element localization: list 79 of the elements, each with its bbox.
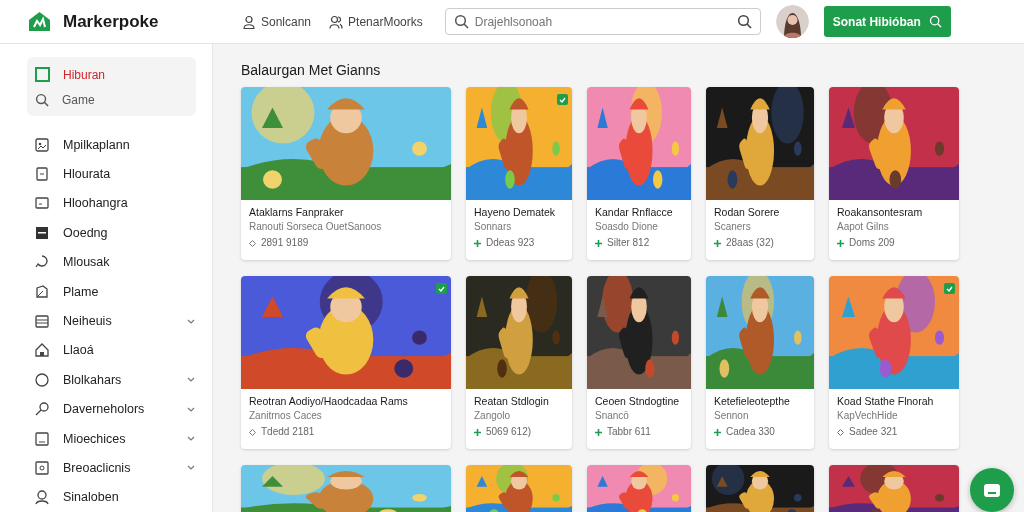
- picture-icon: [34, 136, 50, 153]
- search-icon[interactable]: [736, 14, 752, 29]
- game-subtitle: Aapot Gilns: [837, 220, 890, 234]
- game-stats: Doms 209: [849, 236, 895, 250]
- section-title: Balaurgan Met Gianns: [241, 62, 382, 78]
- game-card[interactable]: Koad Stathe Flnorah KapVechHide Sadee 321: [829, 276, 959, 449]
- game-title: Hayeno Dematek: [474, 205, 557, 219]
- game-card[interactable]: Ataklarns Fanpraker Ranouti Sorseca OuetSanoos 2891 9189: [241, 87, 451, 260]
- game-subtitle: Scaners: [714, 220, 752, 234]
- game-title: Reotran Aodiyo/Haodcadaa Rams: [249, 394, 409, 408]
- list-icon: [34, 313, 50, 330]
- game-title: Koad Stathe Flnorah: [837, 394, 935, 408]
- game-title: Reatan Stdlogin: [474, 394, 550, 408]
- game-subtitle: Snancö: [595, 409, 630, 423]
- sidebar-item[interactable]: Ooedng: [0, 218, 212, 248]
- game-title: Ceoen Stndogtine: [595, 394, 681, 408]
- nav-link[interactable]: Sonlcann: [242, 14, 312, 29]
- game-title: Ketefieleotepthe: [714, 394, 791, 408]
- game-card[interactable]: Reotran Aodiyo/Haodcadaa Rams Zanitrnos Caces Tdedd 2181: [241, 276, 451, 449]
- game-stats: 5069 612): [486, 425, 532, 439]
- sidebar-item[interactable]: Mlousak: [0, 247, 212, 277]
- game-card[interactable]: Ceoen Stndogtine Snancö Tabbr 611: [587, 276, 691, 449]
- sidebar-item[interactable]: Plame: [0, 276, 212, 307]
- category-item[interactable]: Game: [27, 87, 196, 112]
- game-subtitle: Ranouti Sorseca OuetSanoos: [249, 220, 383, 234]
- game-subtitle: KapVechHide: [837, 409, 899, 423]
- square-icon: [35, 67, 50, 82]
- game-card[interactable]: Hayeno Dematek Sonnars Ddeas 923: [466, 87, 572, 260]
- game-card[interactable]: Roakansontesram Aapot Gilns Doms 209: [829, 87, 959, 260]
- game-stats: Tdedd 2181: [261, 425, 315, 439]
- game-stats: Silter 812: [607, 236, 650, 250]
- user-icon: [242, 14, 256, 29]
- category-item[interactable]: Hiburan: [27, 62, 196, 87]
- game-subtitle: Zanitrnos Caces: [249, 409, 323, 423]
- game-title: Kandar Rnflacce: [595, 205, 674, 219]
- avatar[interactable]: [775, 5, 809, 38]
- search-icon: [453, 14, 469, 29]
- document-icon: [34, 166, 50, 183]
- game-stats: Ddeas 923: [486, 236, 535, 250]
- game-stats: 2891 9189: [261, 236, 309, 250]
- game-stats: 28aas (32): [726, 236, 774, 250]
- home-icon: [34, 342, 50, 359]
- app-logo[interactable]: Markerpoke: [63, 11, 159, 32]
- search-icon: [35, 92, 49, 107]
- users-icon: [329, 14, 344, 29]
- chat-button[interactable]: [970, 468, 1014, 512]
- sidebar-item[interactable]: Mpilkaplann: [0, 130, 212, 160]
- user-icon: [34, 489, 50, 506]
- sidebar-item[interactable]: Hlourata: [0, 159, 212, 189]
- game-subtitle: Soasdo Dione: [595, 220, 659, 234]
- sidebar-item[interactable]: Breoaclicnis: [0, 453, 212, 483]
- search-field[interactable]: Drajehlsonoah: [444, 8, 761, 35]
- game-title: Ataklarns Fanpraker: [249, 205, 345, 219]
- search-icon: [928, 15, 942, 28]
- sidebar-item[interactable]: Mioechices: [0, 423, 212, 454]
- sidebar-item[interactable]: Daverneholors: [0, 394, 212, 424]
- sidebar-item[interactable]: Neiheuis: [0, 306, 212, 336]
- circle-icon: [34, 371, 50, 388]
- game-stats: Tabbr 611: [607, 425, 651, 439]
- chat-icon: [984, 483, 1000, 497]
- game-stats: Sadee 321: [849, 425, 898, 439]
- game-card[interactable]: Ketefieleotepthe Sennon Cadea 330: [706, 276, 814, 449]
- game-title: Roakansontesram: [837, 205, 924, 219]
- game-title: Rodan Sorere: [714, 205, 781, 219]
- frame-icon: [34, 460, 50, 476]
- sidebar-item[interactable]: Sinaloben: [0, 482, 212, 512]
- game-subtitle: Sonnars: [474, 220, 513, 234]
- game-subtitle: Sennon: [714, 409, 750, 423]
- sidebar-item[interactable]: Llaoá: [0, 335, 212, 366]
- sidebar-item[interactable]: Blolkahars: [0, 365, 212, 395]
- nav-link[interactable]: PtenarMoorks: [329, 14, 423, 29]
- note-icon: [34, 430, 50, 447]
- sidebar-item[interactable]: Hloohangra: [0, 188, 212, 219]
- logo-icon: [29, 12, 50, 31]
- game-subtitle: Zangolo: [474, 409, 512, 423]
- game-card[interactable]: Rodan Sorere Scaners 28aas (32): [706, 87, 814, 260]
- game-card[interactable]: Kandar Rnflacce Soasdo Dione Silter 812: [587, 87, 691, 260]
- game-stats: Cadea 330: [726, 425, 775, 439]
- game-card[interactable]: Reatan Stdlogin Zangolo 5069 612): [466, 276, 572, 449]
